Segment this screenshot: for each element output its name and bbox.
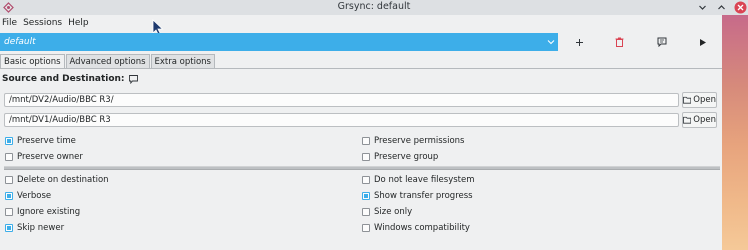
minimize-button[interactable] bbox=[695, 0, 710, 15]
menu-help[interactable]: Help bbox=[68, 18, 89, 28]
chevron-down-icon bbox=[547, 40, 555, 45]
menu-bar: File Sessions Help bbox=[0, 15, 722, 31]
preserve-group-checkbox[interactable]: Preserve group bbox=[362, 151, 438, 163]
delete-session-button[interactable] bbox=[610, 34, 628, 50]
options-separator bbox=[4, 166, 720, 170]
chevron-up-icon bbox=[718, 5, 725, 10]
tab-basic-options[interactable]: Basic options bbox=[0, 54, 65, 69]
options-tabs: Basic options Advanced options Extra opt… bbox=[0, 54, 216, 69]
preserve-permissions-checkbox[interactable]: Preserve permissions bbox=[362, 135, 464, 147]
comment-icon bbox=[657, 37, 667, 47]
section-title: Source and Destination: bbox=[2, 74, 125, 84]
preserve-time-checkbox[interactable]: Preserve time bbox=[5, 135, 76, 147]
session-select-value: default bbox=[4, 37, 36, 47]
delete-icon bbox=[615, 37, 623, 47]
skip-newer-checkbox[interactable]: Skip newer bbox=[5, 222, 64, 234]
size-only-checkbox[interactable]: Size only bbox=[362, 206, 412, 218]
play-icon bbox=[699, 38, 706, 46]
do-not-leave-filesystem-checkbox[interactable]: Do not leave filesystem bbox=[362, 174, 475, 186]
execute-button[interactable] bbox=[693, 34, 711, 50]
open-source-button[interactable]: Open bbox=[682, 92, 717, 108]
menu-sessions[interactable]: Sessions bbox=[23, 18, 62, 28]
windows-compatibility-checkbox[interactable]: Windows compatibility bbox=[362, 222, 470, 234]
session-comment-button[interactable] bbox=[653, 34, 671, 50]
desktop-wallpaper bbox=[722, 15, 748, 250]
ignore-existing-checkbox[interactable]: Ignore existing bbox=[5, 206, 80, 218]
comment-icon bbox=[128, 74, 138, 84]
source-path-input[interactable]: /mnt/DV2/Audio/BBC R3/ bbox=[4, 93, 679, 107]
add-icon bbox=[575, 38, 583, 46]
chevron-down-icon bbox=[699, 5, 706, 10]
add-session-button[interactable] bbox=[570, 34, 588, 50]
tab-advanced-options[interactable]: Advanced options bbox=[65, 54, 150, 69]
close-button[interactable] bbox=[733, 0, 748, 15]
session-toolbar: default bbox=[0, 31, 722, 53]
maximize-button[interactable] bbox=[714, 0, 729, 15]
delete-on-destination-checkbox[interactable]: Delete on destination bbox=[5, 174, 109, 186]
session-select[interactable]: default bbox=[0, 33, 558, 51]
tab-divider bbox=[0, 68, 722, 69]
window-title: Grsync: default bbox=[337, 1, 411, 12]
folder-icon bbox=[683, 96, 692, 104]
source-destination-heading: Source and Destination: bbox=[2, 74, 138, 84]
open-source-label: Open bbox=[693, 95, 716, 105]
menu-file[interactable]: File bbox=[2, 18, 17, 28]
verbose-checkbox[interactable]: Verbose bbox=[5, 190, 51, 202]
open-destination-button[interactable]: Open bbox=[682, 112, 717, 128]
tab-extra-options[interactable]: Extra options bbox=[150, 54, 215, 69]
destination-path-input[interactable]: /mnt/DV1/Audio/BBC R3 bbox=[4, 113, 679, 127]
title-bar: Grsync: default bbox=[0, 0, 748, 15]
close-icon bbox=[734, 1, 747, 14]
open-destination-label: Open bbox=[693, 115, 716, 125]
preserve-owner-checkbox[interactable]: Preserve owner bbox=[5, 151, 83, 163]
folder-icon bbox=[683, 116, 692, 124]
show-transfer-progress-checkbox[interactable]: Show transfer progress bbox=[362, 190, 473, 202]
